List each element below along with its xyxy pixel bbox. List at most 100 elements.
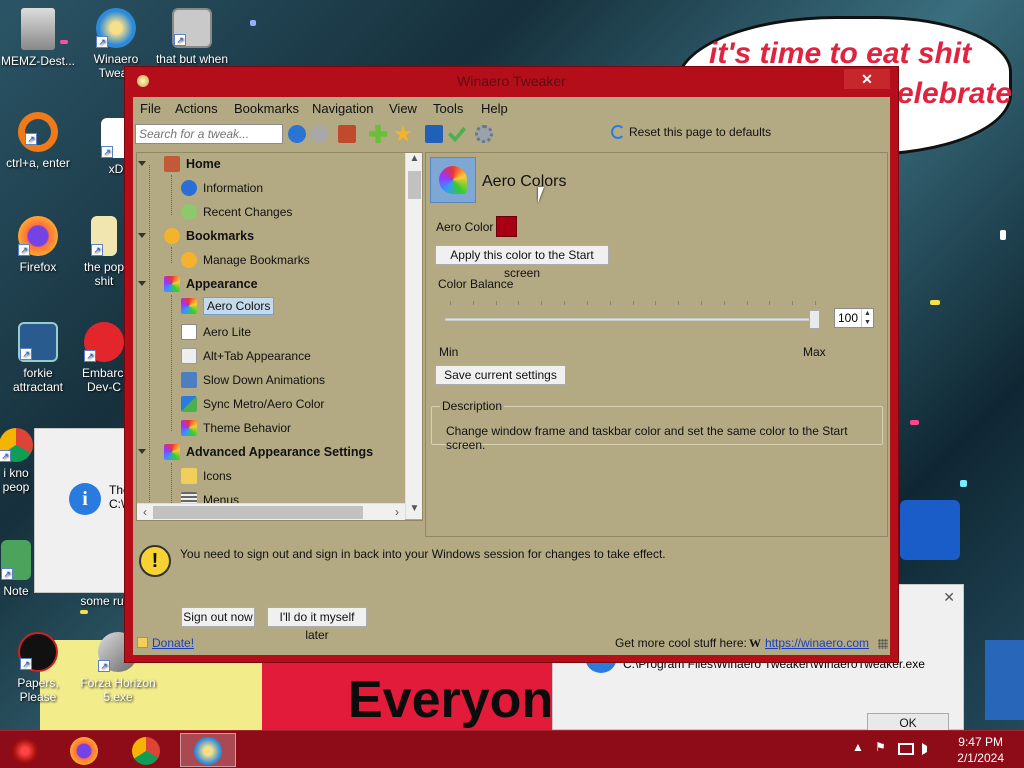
star-icon [181, 252, 197, 268]
tree-node-appearance[interactable]: Appearance [138, 276, 258, 298]
tree-vertical-scrollbar[interactable]: ▲ ▼ [405, 153, 422, 519]
ok-button[interactable]: OK [867, 713, 949, 730]
taskbar-winaero-tweaker[interactable] [180, 733, 236, 767]
menu-bookmarks[interactable]: Bookmarks [234, 101, 299, 116]
desktop-icon-pop[interactable]: ↗ the pop shit [82, 216, 126, 288]
color-balance-slider-thumb[interactable] [809, 310, 820, 329]
taskbar-chrome[interactable] [122, 733, 170, 767]
menu-tools[interactable]: Tools [433, 101, 463, 116]
tree-node-icons[interactable]: Icons [181, 468, 232, 490]
apply-check-icon[interactable] [448, 126, 466, 143]
menu-navigation[interactable]: Navigation [312, 101, 373, 116]
save-settings-button[interactable]: Save current settings [435, 365, 566, 385]
tree-node-sync-metro[interactable]: Sync Metro/Aero Color [181, 396, 324, 418]
start-button[interactable] [0, 733, 50, 767]
bookmarks-star-icon[interactable] [394, 125, 412, 142]
tree-node-home[interactable]: Home [138, 156, 221, 178]
palette-icon [181, 298, 197, 314]
forward-icon[interactable] [310, 125, 328, 143]
scroll-down-arrow-icon[interactable]: ▼ [406, 503, 423, 519]
spin-down-icon[interactable]: ▼ [861, 318, 873, 327]
desktop-icon-label: that but when [155, 52, 229, 66]
scroll-right-arrow-icon[interactable]: › [389, 504, 405, 521]
network-icon[interactable] [898, 743, 914, 755]
tree-node-information[interactable]: Information [181, 180, 263, 202]
desktop-icon-label: ctrl+a, enter [6, 156, 70, 170]
resize-grip-icon[interactable] [878, 639, 888, 649]
tree-node-manage-bookmarks[interactable]: Manage Bookmarks [181, 252, 310, 274]
sign-out-button[interactable]: Sign out now [181, 607, 255, 627]
desktop-icon-some[interactable]: some ru [72, 594, 132, 608]
tree-horizontal-scrollbar[interactable]: ‹ › [137, 503, 405, 520]
desktop-icon-ctrl-a[interactable]: ↗ ctrl+a, enter [0, 112, 78, 170]
scroll-left-arrow-icon[interactable]: ‹ [137, 504, 153, 521]
confetti [930, 300, 940, 305]
apply-start-screen-button[interactable]: Apply this color to the Start screen [435, 245, 609, 280]
desktop-icon-forkie[interactable]: ↗ forkie attractant [0, 322, 78, 394]
slider-tick [586, 301, 588, 305]
menu-file[interactable]: File [140, 101, 161, 116]
scrollbar-thumb[interactable] [408, 171, 421, 199]
menu-view[interactable]: View [389, 101, 417, 116]
donate-link[interactable]: Donate! [152, 636, 194, 650]
do-it-later-button[interactable]: I'll do it myself later [267, 607, 367, 642]
tree-node-label: Theme Behavior [203, 421, 292, 435]
desktop-icon-papers-please[interactable]: ↗ Papers, Please [0, 632, 78, 704]
desktop-icon-embarcadero[interactable]: ↗ Embarca Dev-C [82, 322, 126, 394]
taskbar-clock[interactable]: 9:47 PM 2/1/2024 [957, 734, 1004, 766]
desktop-icon-note[interactable]: ↗ Note [0, 540, 36, 598]
collapse-arrow-icon[interactable] [138, 161, 146, 166]
color-balance-track[interactable] [445, 318, 820, 321]
spin-up-icon[interactable]: ▲ [861, 309, 873, 318]
close-icon[interactable]: ✕ [943, 589, 955, 606]
slider-tick [678, 301, 680, 305]
collapse-arrow-icon[interactable] [138, 449, 146, 454]
description-group: Description Change window frame and task… [431, 399, 883, 452]
more-stuff-label: Get more cool stuff here: [615, 636, 747, 650]
desktop-icon-shortcut[interactable]: ↗ that but when [152, 8, 232, 66]
tree-node-recent-changes[interactable]: Recent Changes [181, 204, 292, 226]
winaero-icon: ↗ [96, 8, 136, 48]
scroll-up-arrow-icon[interactable]: ▲ [406, 153, 423, 169]
tree-node-bookmarks[interactable]: Bookmarks [138, 228, 255, 250]
close-button[interactable]: ✕ [844, 69, 890, 89]
tree-node-theme-behavior[interactable]: Theme Behavior [181, 420, 291, 442]
desktop-icon-chrome-shortcut[interactable]: ↗ i kno peop [0, 428, 36, 494]
collapse-arrow-icon[interactable] [138, 281, 146, 286]
menu-help[interactable]: Help [481, 101, 508, 116]
winaero-link[interactable]: https://winaero.com [765, 636, 869, 650]
shortcut-icon[interactable] [425, 125, 443, 143]
slider-tick [746, 301, 748, 305]
palette-icon [439, 166, 467, 194]
volume-muted-icon[interactable] [922, 743, 936, 755]
collapse-arrow-icon[interactable] [138, 233, 146, 238]
title-bar[interactable]: Winaero Tweaker ✕ [125, 67, 898, 95]
show-hidden-icons-arrow[interactable]: ▲ [852, 740, 864, 754]
tree-node-aero-colors[interactable]: Aero Colors [181, 297, 275, 320]
confetti [910, 420, 919, 425]
tree-node-alt-tab[interactable]: Alt+Tab Appearance [181, 348, 311, 370]
desktop-icon-label: Papers, Please [17, 676, 59, 704]
home-icon[interactable] [338, 125, 356, 143]
desktop-icon-firefox[interactable]: ↗ Firefox [0, 216, 78, 274]
recent-icon [181, 204, 197, 220]
reset-page-button[interactable]: Reset this page to defaults [611, 125, 771, 145]
tree-node-advanced-appearance[interactable]: Advanced Appearance Settings [138, 444, 373, 466]
tree-node-slow-down-animations[interactable]: Slow Down Animations [181, 372, 325, 394]
action-center-flag-icon[interactable]: ⚑ [875, 740, 886, 754]
aero-color-swatch[interactable] [496, 216, 517, 237]
back-icon[interactable] [288, 125, 306, 143]
tree-node-label: Bookmarks [186, 229, 255, 243]
gear-window-icon: ↗ [18, 322, 58, 362]
tree-node-aero-lite[interactable]: Aero Lite [181, 324, 251, 346]
desktop-icon-memz[interactable]: MEMZ-Dest... [0, 8, 78, 68]
star-icon [164, 228, 180, 244]
tree-node-label: Icons [203, 469, 232, 483]
scrollbar-thumb[interactable] [153, 506, 363, 519]
taskbar-firefox[interactable] [60, 733, 108, 767]
menu-actions[interactable]: Actions [175, 101, 218, 116]
color-balance-spinbox[interactable]: 100 ▲ ▼ [834, 308, 874, 328]
gear-icon[interactable] [475, 125, 493, 143]
search-input[interactable] [135, 124, 283, 144]
add-bookmark-icon[interactable] [369, 125, 387, 143]
